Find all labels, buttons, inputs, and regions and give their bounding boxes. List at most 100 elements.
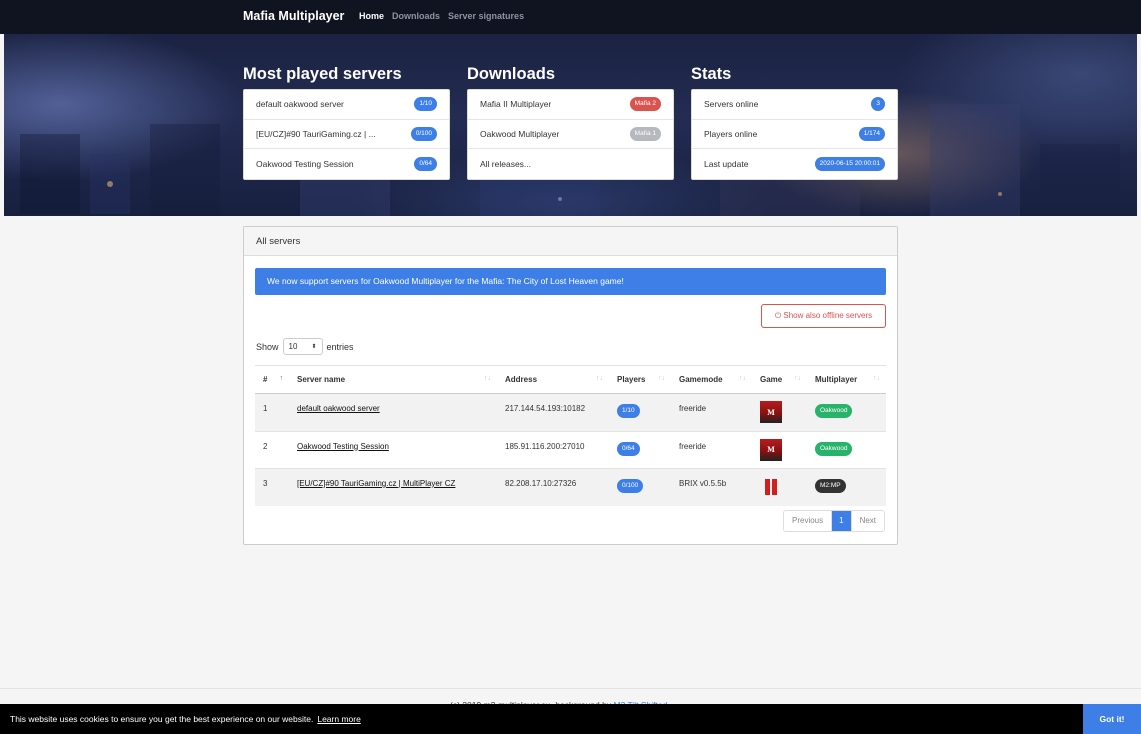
server-name-link[interactable]: Oakwood Testing Session xyxy=(297,442,389,451)
most-played-item[interactable]: [EU/CZ]#90 TauriGaming.cz | ... 0/100 xyxy=(244,120,449,149)
servers-table: # ↑ Server name ↑↓ Address ↑↓ Players ↑↓ Gam… xyxy=(255,365,886,506)
mafia2-game-icon xyxy=(760,476,782,498)
players-badge: 0/100 xyxy=(410,126,437,141)
most-played-card: default oakwood server 1/10 [EU/CZ]#90 T… xyxy=(243,89,450,180)
previous-page-button[interactable]: Previous xyxy=(784,511,833,531)
players-badge: 1/10 xyxy=(414,97,437,112)
row-number: 1 xyxy=(255,393,289,431)
server-name-link[interactable]: default oakwood server xyxy=(297,404,380,413)
server-name: default oakwood server xyxy=(256,99,344,110)
hero-left-edge xyxy=(0,34,4,216)
stats-title: Stats xyxy=(691,65,732,83)
sort-asc-icon: ↑ xyxy=(279,375,284,382)
mafia-game-icon: M xyxy=(760,401,782,423)
nav-downloads[interactable]: Downloads xyxy=(392,11,440,21)
table-row[interactable]: 1 default oakwood server 217.144.54.193:… xyxy=(255,393,886,431)
stat-badge: 1/174 xyxy=(858,126,885,141)
downloads-section: Downloads Mafia II Multiplayer Mafia 2 O… xyxy=(467,64,674,180)
column-header-number[interactable]: # ↑ xyxy=(255,365,289,394)
pagination: Previous 1 Next xyxy=(783,510,886,532)
entries-select[interactable]: 10 ⬍ xyxy=(282,338,323,355)
hero-right-edge xyxy=(1137,34,1141,216)
sort-icon: ↑↓ xyxy=(484,375,491,382)
stats-card: Servers online 3 Players online 1/174 La… xyxy=(691,89,898,180)
column-header-server-name[interactable]: Server name ↑↓ xyxy=(289,365,497,394)
panel-heading: All servers xyxy=(244,227,897,256)
sort-icon: ↑↓ xyxy=(794,375,801,382)
server-address: 217.144.54.193:10182 xyxy=(497,393,609,431)
gamemode: BRIX v0.5.5b xyxy=(671,468,752,506)
all-servers-panel: All servers We now support servers for O… xyxy=(243,226,898,545)
table-row[interactable]: 2 Oakwood Testing Session 185.91.116.200… xyxy=(255,430,886,469)
download-item-mafia2[interactable]: Mafia II Multiplayer Mafia 2 xyxy=(468,90,673,120)
nav-server-signatures[interactable]: Server signatures xyxy=(448,11,524,21)
learn-more-link[interactable]: Learn more xyxy=(317,714,360,724)
row-number: 2 xyxy=(255,430,289,469)
server-address: 82.208.17.10:27326 xyxy=(497,468,609,506)
sort-icon: ↑↓ xyxy=(873,375,880,382)
stat-label: Last update xyxy=(704,158,749,169)
next-page-button[interactable]: Next xyxy=(850,511,885,531)
version-badge: Mafia 2 xyxy=(629,97,661,112)
sort-icon: ↑↓ xyxy=(739,375,746,382)
stat-label: Servers online xyxy=(704,99,759,110)
top-navbar: Mafia Multiplayer Home Downloads Server … xyxy=(0,0,1141,34)
players-badge: 1/10 xyxy=(617,404,640,418)
nav-links: Home Downloads Server signatures xyxy=(359,11,524,21)
table-row[interactable]: 3 [EU/CZ]#90 TauriGaming.cz | MultiPlaye… xyxy=(255,468,886,506)
most-played-title: Most played servers xyxy=(243,65,402,83)
multiplayer-badge: Oakwood xyxy=(815,441,853,456)
cookie-message: This website uses cookies to ensure you … xyxy=(10,714,361,724)
select-arrows-icon: ⬍ xyxy=(311,344,317,350)
row-number: 3 xyxy=(255,468,289,506)
gamemode: freeride xyxy=(671,430,752,469)
cookie-accept-button[interactable]: Got it! xyxy=(1083,704,1141,734)
multiplayer-badge: Oakwood xyxy=(815,404,853,418)
download-item-all-releases[interactable]: All releases... xyxy=(468,149,673,179)
players-badge: 0/64 xyxy=(414,156,437,171)
info-alert: We now support servers for Oakwood Multi… xyxy=(255,268,886,295)
gamemode: freeride xyxy=(671,393,752,431)
brand-logo[interactable]: Mafia Multiplayer xyxy=(243,9,344,23)
show-offline-label: Show also offline servers xyxy=(783,311,873,320)
download-item-oakwood[interactable]: Oakwood Multiplayer Mafia 1 xyxy=(468,120,673,149)
entries-length-control: Show 10 ⬍ entries xyxy=(256,338,354,355)
download-label: All releases... xyxy=(480,158,532,169)
mafia-game-icon: M xyxy=(760,438,782,461)
table-header-row: # ↑ Server name ↑↓ Address ↑↓ Players ↑↓ Gam… xyxy=(255,365,886,394)
column-header-gamemode[interactable]: Gamemode ↑↓ xyxy=(671,365,752,394)
most-played-item[interactable]: default oakwood server 1/10 xyxy=(244,90,449,120)
server-address: 185.91.116.200:27010 xyxy=(497,430,609,469)
page-1-button[interactable]: 1 xyxy=(832,511,851,531)
column-header-multiplayer[interactable]: Multiplayer ↑↓ xyxy=(807,365,886,394)
players-badge: 0/100 xyxy=(617,479,644,493)
entries-value: 10 xyxy=(288,342,298,351)
show-label: Show xyxy=(256,341,279,352)
entries-label: entries xyxy=(326,341,354,352)
stats-section: Stats Servers online 3 Players online 1/… xyxy=(691,64,898,180)
server-name-link[interactable]: [EU/CZ]#90 TauriGaming.cz | MultiPlayer … xyxy=(297,479,455,488)
download-label: Oakwood Multiplayer xyxy=(480,128,560,139)
download-label: Mafia II Multiplayer xyxy=(480,99,552,110)
nav-home[interactable]: Home xyxy=(359,11,384,21)
column-header-game[interactable]: Game ↑↓ xyxy=(752,365,807,394)
version-badge: Mafia 1 xyxy=(629,126,661,141)
column-header-address[interactable]: Address ↑↓ xyxy=(497,365,609,394)
downloads-card: Mafia II Multiplayer Mafia 2 Oakwood Mul… xyxy=(467,89,674,180)
server-name: [EU/CZ]#90 TauriGaming.cz | ... xyxy=(256,128,376,139)
stat-label: Players online xyxy=(704,128,758,139)
multiplayer-badge: M2:MP xyxy=(815,479,846,493)
most-played-item[interactable]: Oakwood Testing Session 0/64 xyxy=(244,149,449,179)
stat-players-online: Players online 1/174 xyxy=(692,120,897,149)
players-badge: 0/64 xyxy=(617,441,640,456)
show-offline-servers-button[interactable]: ⏻ Show also offline servers xyxy=(761,304,886,328)
power-icon: ⏻ xyxy=(774,311,782,320)
server-name: Oakwood Testing Session xyxy=(256,158,354,169)
stat-badge: 2020-06-15 20:00:01 xyxy=(814,156,885,171)
column-header-players[interactable]: Players ↑↓ xyxy=(609,365,671,394)
cookie-banner: This website uses cookies to ensure you … xyxy=(0,704,1141,734)
cookie-text: This website uses cookies to ensure you … xyxy=(10,714,314,724)
stat-last-update: Last update 2020-06-15 20:00:01 xyxy=(692,149,897,179)
sort-icon: ↑↓ xyxy=(658,375,665,382)
stat-servers-online: Servers online 3 xyxy=(692,90,897,120)
